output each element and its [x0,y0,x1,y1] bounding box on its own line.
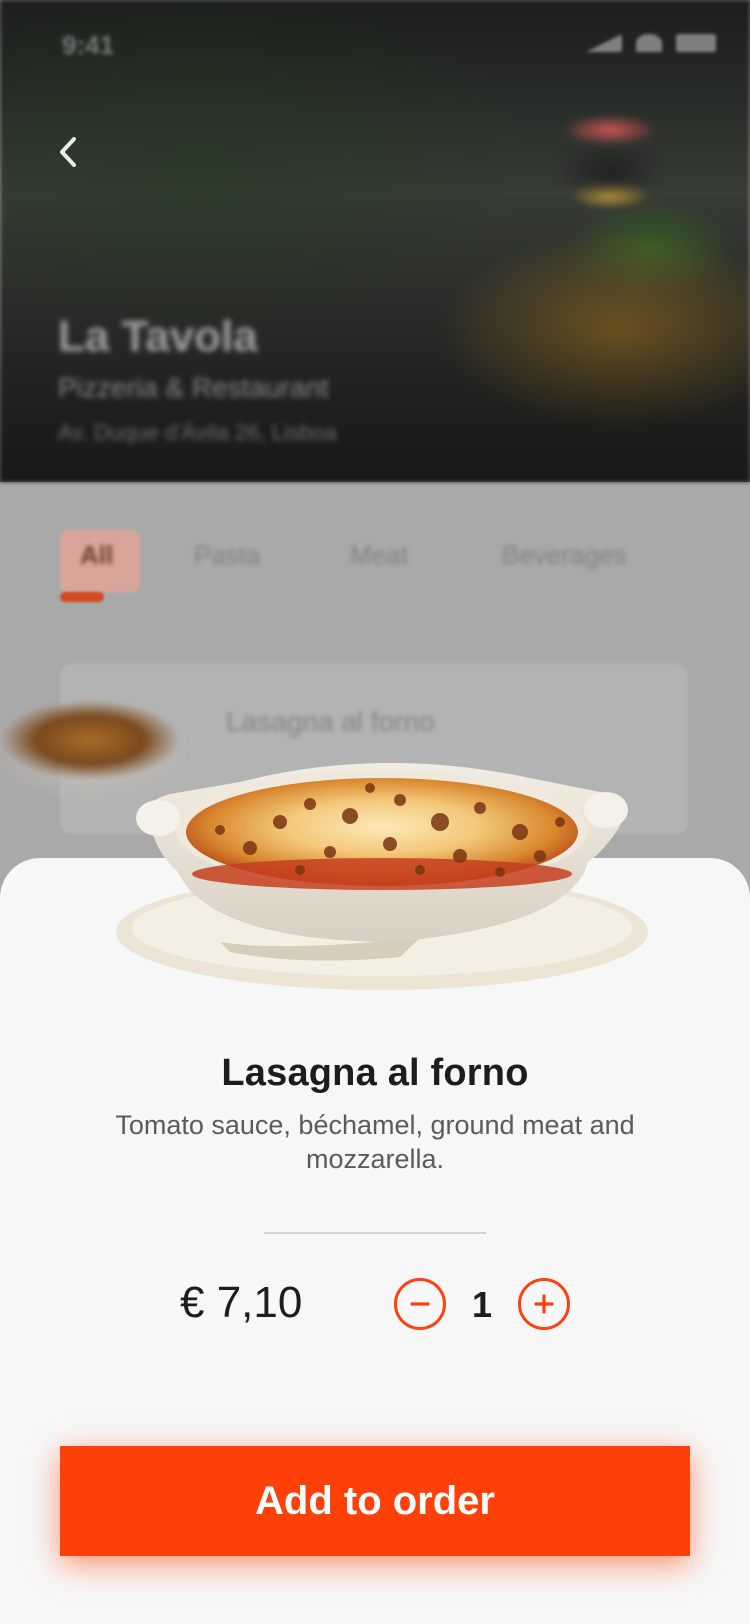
dish-title: Lasagna al forno [221,1052,529,1094]
list-item-title: Lasagna al forno [226,706,435,737]
tab-pasta[interactable]: Pasta [194,540,261,571]
category-tabs: All Pasta Meat Beverages [0,530,750,610]
wifi-icon [636,34,662,52]
status-time: 9:41 [62,30,115,60]
battery-icon [676,34,716,52]
tab-beverages[interactable]: Beverages [502,540,626,571]
decrease-quantity-button[interactable] [394,1278,446,1330]
restaurant-name: La Tavola [58,312,258,361]
plus-icon [534,1294,554,1314]
active-tab-indicator [60,592,104,602]
divider [264,1232,486,1234]
restaurant-logo [540,100,680,210]
status-bar: 9:41 [0,0,750,90]
tab-all[interactable]: All [80,540,113,571]
tab-meat[interactable]: Meat [350,540,408,571]
signal-icon [586,34,622,52]
restaurant-address: Av. Duque d'Ávila 26, Lisboa [58,420,337,445]
dish-image [116,762,648,990]
add-to-order-button[interactable]: Add to order [60,1446,690,1556]
chevron-left-icon [60,137,76,167]
dish-price: € 7,10 [180,1278,303,1327]
quantity-value: 1 [471,1284,493,1325]
minus-icon [410,1302,430,1306]
back-button[interactable] [44,124,92,180]
increase-quantity-button[interactable] [518,1278,570,1330]
restaurant-type: Pizzeria & Restaurant [58,372,329,403]
dish-description: Tomato sauce, béchamel, ground meat and … [115,1110,635,1174]
